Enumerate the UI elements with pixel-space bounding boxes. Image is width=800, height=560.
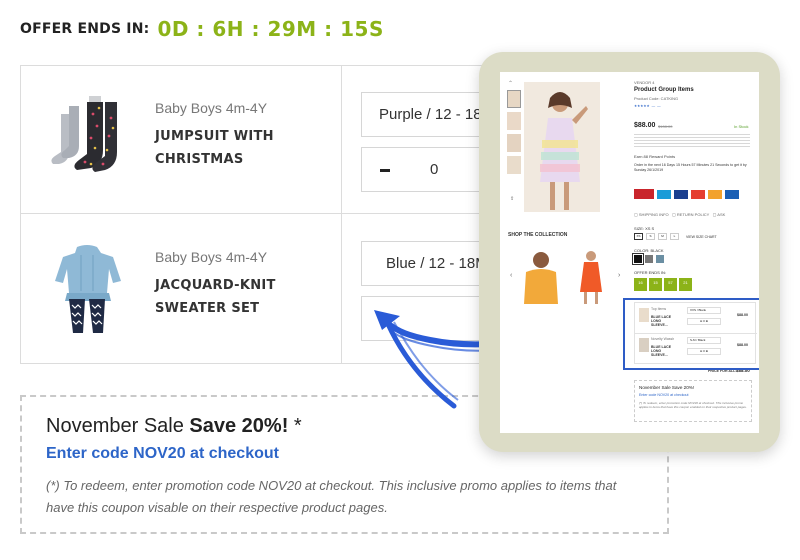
sweater-set-image[interactable] [47,241,127,337]
quantity-value[interactable]: 0 [430,161,438,178]
product-title[interactable]: JACQUARD-KNIT SWEATER SET [155,274,276,320]
payment-badges [634,184,752,204]
product-category: Baby Boys 4m-4Y [155,100,268,116]
color-swatches[interactable] [632,253,664,265]
sale-heading: November Sale Save 20%! * [46,415,302,437]
product-category: Baby Boys 4m-4Y [155,249,268,265]
stock-status: In Stock [734,124,749,129]
price: $88.00 [634,122,656,129]
minus-icon[interactable] [380,169,390,172]
product-page-preview: ⌃ ⇪ SHOP THE COLLECTION ‹ › VENDOR 4 Pro… [500,72,759,433]
old-price: $108.00 [658,124,673,129]
color-label: COLOR: BLACK [634,248,664,253]
promo-code-link[interactable]: Enter code NOV20 at checkout [46,445,279,463]
collection-item-image[interactable] [568,248,614,306]
highlight-frame [623,298,759,370]
table-row: Baby Boys 4m-4Y JUMPSUIT WITH CHRISTMAS … [21,66,519,214]
reward-points: Earn 88 Reward Points [634,154,676,159]
offer-label: OFFER ENDS IN: [20,21,150,37]
product-title: Product Group Items [634,87,694,93]
size-options[interactable]: XS S M L VIEW SIZE CHART [634,233,717,240]
thumbnail[interactable] [507,134,521,152]
description-text [634,132,750,148]
product-title[interactable]: JUMPSUIT WITH CHRISTMAS [155,125,274,171]
thumbnail[interactable] [507,156,521,174]
offer-timer: 0D : 6H : 29M : 15S [157,17,384,41]
promo-note: (*) To redeem, enter promotion code NOV2… [46,478,617,515]
offer-countdown: OFFER ENDS IN: 0D : 6H : 29M : 15S [20,14,384,44]
mini-offer-label: OFFER ENDS IN: [634,270,667,275]
tablet-mockup: ⌃ ⇪ SHOP THE COLLECTION ‹ › VENDOR 4 Pro… [479,52,780,452]
share-icon[interactable]: ⇪ [510,196,514,202]
chevron-left-icon[interactable]: ‹ [510,272,512,279]
mini-sale-box: November Sale Save 20%! Enter code NOV20… [634,380,752,422]
product-code: Product Code: CATKING [634,96,679,101]
order-note: Order in the next 16 Days 15 Hours 57 Mi… [634,163,747,172]
thumbnail[interactable] [507,112,521,130]
vendor: VENDOR 4 [634,80,655,85]
main-product-image[interactable] [524,82,600,212]
mini-countdown: 16 15 57 21 [634,278,692,291]
size-label: SIZE: XS S [634,226,655,231]
shipping-links[interactable]: ▢ SHIPPING INFO ▢ RETURN POLICY ▢ ASK [634,212,725,217]
chevron-up-icon[interactable]: ⌃ [508,80,513,87]
shop-collection-title: SHOP THE COLLECTION [508,232,568,238]
thumbnail[interactable] [507,90,521,108]
jumpsuit-image[interactable] [47,92,127,188]
collection-item-image[interactable] [518,248,564,306]
chevron-right-icon[interactable]: › [618,272,620,279]
